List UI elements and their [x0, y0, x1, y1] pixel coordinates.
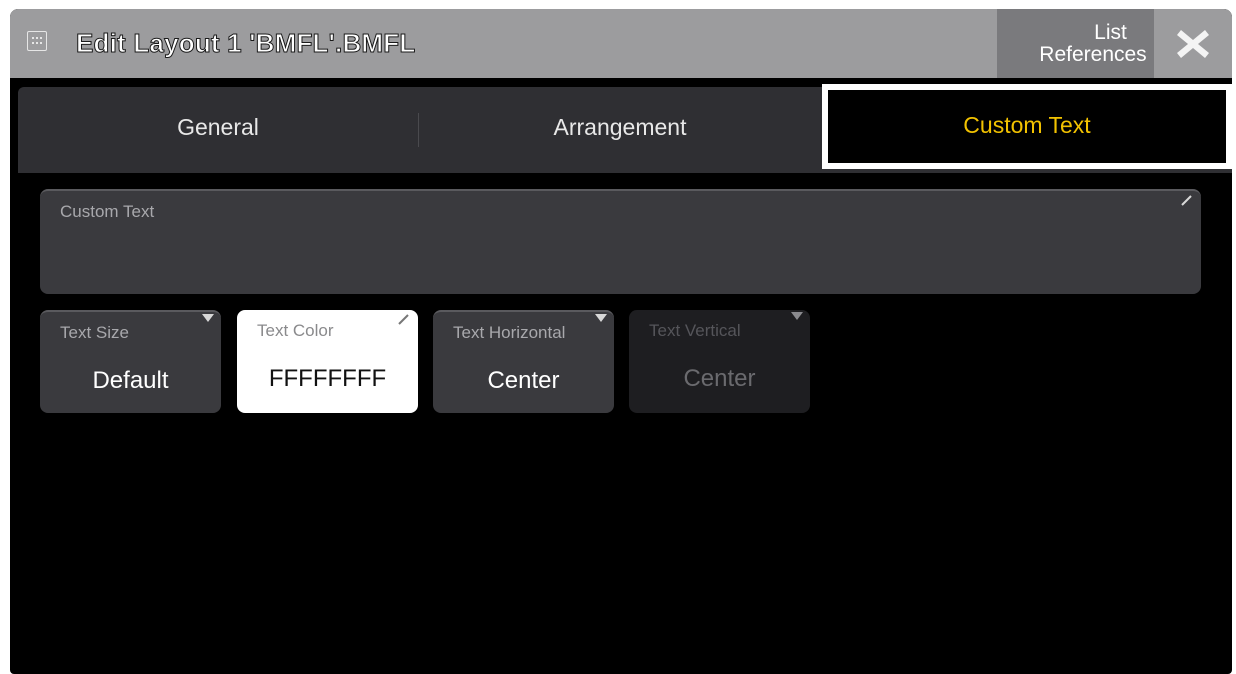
dropdown-arrow-icon: [595, 314, 607, 322]
text-size-selector[interactable]: Text Size Default: [40, 310, 221, 413]
edit-layout-window: Edit Layout 1 'BMFL'.BMFL List Reference…: [10, 9, 1232, 674]
text-horizontal-value: Center: [487, 367, 560, 394]
text-size-label: Text Size: [60, 323, 129, 342]
text-color-label: Text Color: [257, 321, 334, 340]
list-references-label-2: References: [1039, 43, 1147, 66]
list-references-label-1: List: [1094, 21, 1127, 44]
text-size-value: Default: [92, 367, 169, 394]
list-references-button[interactable]: List References: [997, 9, 1154, 78]
text-vertical-value: Center: [683, 365, 756, 392]
dropdown-arrow-icon: [202, 314, 214, 322]
title-bar: Edit Layout 1 'BMFL'.BMFL List Reference…: [10, 9, 1232, 78]
edit-corner-icon: [1181, 195, 1192, 206]
close-x-icon: [1177, 30, 1209, 58]
tab-arrangement[interactable]: Arrangement: [418, 87, 822, 173]
layout-icon: [27, 31, 47, 51]
text-vertical-label: Text Vertical: [649, 321, 741, 340]
window-title: Edit Layout 1 'BMFL'.BMFL: [75, 28, 416, 59]
custom-text-label: Custom Text: [60, 202, 155, 221]
text-color-value: FFFFFFFF: [268, 365, 387, 392]
text-horizontal-selector[interactable]: Text Horizontal Center: [433, 310, 614, 413]
custom-text-input[interactable]: Custom Text: [40, 189, 1201, 294]
text-color-selector[interactable]: Text Color FFFFFFFF: [237, 310, 418, 413]
text-horizontal-label: Text Horizontal: [453, 323, 566, 342]
tab-custom-text[interactable]: Custom Text: [822, 84, 1232, 169]
tab-bar: General Arrangement Custom Text: [18, 84, 1232, 173]
tab-general[interactable]: General: [18, 87, 418, 173]
dropdown-arrow-icon: [791, 312, 803, 320]
text-vertical-selector: Text Vertical Center: [629, 310, 810, 413]
edit-corner-icon: [398, 314, 409, 325]
close-button[interactable]: [1156, 9, 1232, 78]
